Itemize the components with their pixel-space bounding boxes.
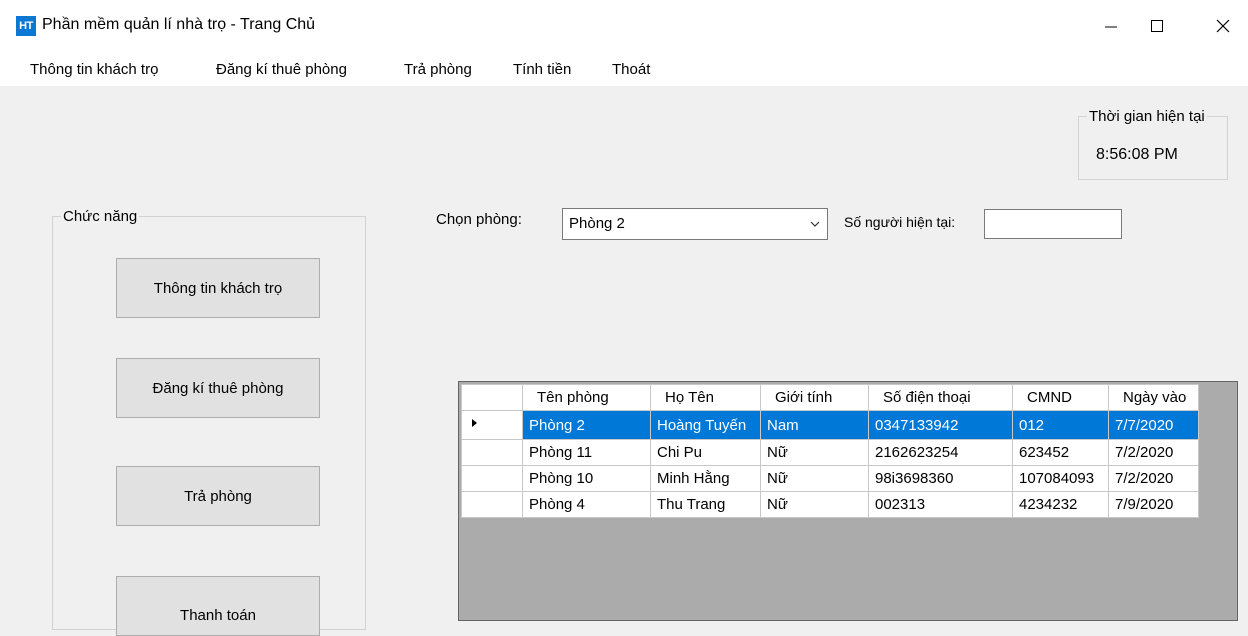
column-header[interactable]: Số điện thoại <box>868 384 1013 411</box>
table-row[interactable]: Phòng 11 Chi Pu Nữ 2162623254 623452 7/2… <box>461 439 1199 466</box>
table-cell[interactable]: Hoàng Tuyến <box>650 410 761 440</box>
row-header[interactable] <box>461 439 523 466</box>
payment-button-label: Thanh toán <box>180 607 256 624</box>
column-header[interactable]: Giới tính <box>760 384 869 411</box>
table-cell[interactable]: Nữ <box>760 491 869 518</box>
table-cell[interactable]: Chi Pu <box>650 439 761 466</box>
minimize-button[interactable] <box>1088 0 1134 52</box>
menu-tinh-tien[interactable]: Tính tiền <box>513 61 571 78</box>
chevron-down-icon <box>810 221 820 227</box>
register-room-button[interactable]: Đăng kí thuê phòng <box>116 358 320 418</box>
menu-thoat[interactable]: Thoát <box>612 61 650 78</box>
maximize-button[interactable] <box>1134 0 1180 52</box>
table-cell[interactable]: Thu Trang <box>650 491 761 518</box>
table-cell[interactable]: Phòng 10 <box>522 465 651 492</box>
table-cell[interactable]: Minh Hằng <box>650 465 761 492</box>
room-table: Tên phòng Họ Tên Giới tính Số điện thoại… <box>461 384 1199 518</box>
app-icon: HT <box>16 16 36 36</box>
table-cell[interactable]: 7/9/2020 <box>1108 491 1199 518</box>
customer-info-button-label: Thông tin khách trọ <box>153 279 283 297</box>
room-select-value: Phòng 2 <box>569 215 625 232</box>
row-header[interactable] <box>461 465 523 492</box>
row-header-corner <box>461 384 523 411</box>
occupants-field[interactable] <box>984 209 1122 239</box>
close-icon <box>1216 19 1230 33</box>
table-cell[interactable]: 623452 <box>1012 439 1109 466</box>
table-cell[interactable]: 012 <box>1012 410 1109 440</box>
table-row[interactable]: Phòng 4 Thu Trang Nữ 002313 4234232 7/9/… <box>461 491 1199 518</box>
table-cell[interactable]: 7/7/2020 <box>1108 410 1199 440</box>
table-cell[interactable]: 0347133942 <box>868 410 1013 440</box>
window-title: Phần mềm quản lí nhà trọ - Trang Chủ <box>42 16 316 33</box>
occupants-label: Số người hiện tại: <box>844 214 956 230</box>
table-header-row: Tên phòng Họ Tên Giới tính Số điện thoại… <box>461 384 1199 411</box>
column-header[interactable]: Họ Tên <box>650 384 761 411</box>
return-room-button[interactable]: Trả phòng <box>116 466 320 526</box>
table-cell[interactable]: Phòng 2 <box>522 410 651 440</box>
title-bar: HT Phần mềm quản lí nhà trọ - Trang Chủ <box>0 0 1248 52</box>
clock-legend: Thời gian hiện tại <box>1089 108 1205 125</box>
table-cell[interactable]: 4234232 <box>1012 491 1109 518</box>
minimize-icon <box>1105 26 1117 28</box>
menu-tra-phong[interactable]: Trả phòng <box>404 61 472 78</box>
table-cell[interactable]: Nữ <box>760 465 869 492</box>
table-row[interactable]: Phòng 10 Minh Hằng Nữ 98i3698360 1070840… <box>461 465 1199 492</box>
return-room-button-label: Trả phòng <box>184 487 252 505</box>
table-cell[interactable]: 2162623254 <box>868 439 1013 466</box>
room-select[interactable]: Phòng 2 <box>562 208 828 240</box>
table-cell[interactable]: 98i3698360 <box>868 465 1013 492</box>
column-header[interactable]: Tên phòng <box>522 384 651 411</box>
row-header[interactable] <box>461 410 523 440</box>
room-data-grid[interactable]: Tên phòng Họ Tên Giới tính Số điện thoại… <box>458 381 1238 621</box>
table-row[interactable]: Phòng 2 Hoàng Tuyến Nam 0347133942 012 7… <box>461 410 1199 440</box>
table-cell[interactable]: 7/2/2020 <box>1108 465 1199 492</box>
close-button[interactable] <box>1200 0 1246 52</box>
table-cell[interactable]: 002313 <box>868 491 1013 518</box>
table-cell[interactable]: Phòng 11 <box>522 439 651 466</box>
maximize-icon <box>1151 20 1163 32</box>
clock-time: 8:56:08 PM <box>1096 146 1178 163</box>
row-header[interactable] <box>461 491 523 518</box>
register-room-button-label: Đăng kí thuê phòng <box>152 379 284 397</box>
room-select-label: Chọn phòng: <box>436 211 522 228</box>
current-row-arrow-icon <box>472 419 477 427</box>
table-cell[interactable]: Phòng 4 <box>522 491 651 518</box>
customer-info-button[interactable]: Thông tin khách trọ <box>116 258 320 318</box>
column-header[interactable]: Ngày vào <box>1108 384 1199 411</box>
table-cell[interactable]: 7/2/2020 <box>1108 439 1199 466</box>
table-cell[interactable]: Nữ <box>760 439 869 466</box>
functions-legend: Chức năng <box>63 208 138 225</box>
table-cell[interactable]: Nam <box>760 410 869 440</box>
table-cell[interactable]: 107084093 <box>1012 465 1109 492</box>
clock-group: Thời gian hiện tại <box>1078 108 1228 180</box>
menu-thong-tin-khach-tro[interactable]: Thông tin khách trọ <box>30 61 158 78</box>
menu-bar: Thông tin khách trọ Đăng kí thuê phòng T… <box>0 52 1248 86</box>
payment-button[interactable]: Thanh toán <box>116 576 320 636</box>
menu-dang-ki-thue-phong[interactable]: Đăng kí thuê phòng <box>216 61 347 78</box>
column-header[interactable]: CMND <box>1012 384 1109 411</box>
